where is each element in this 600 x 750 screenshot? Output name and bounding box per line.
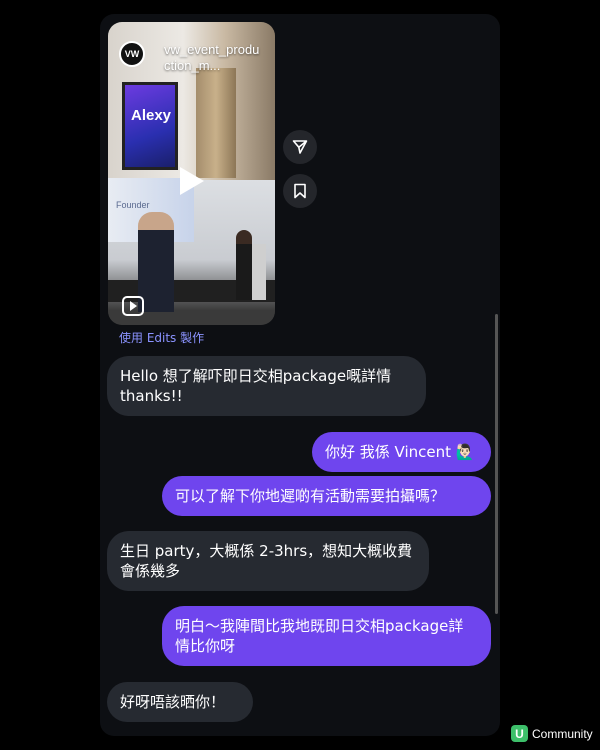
reel-screen: Alexy	[122, 82, 178, 170]
reels-icon	[122, 296, 144, 316]
message-bubble-outgoing[interactable]: 明白～我陣間比我地既即日交相package詳情比你呀	[162, 606, 491, 666]
message-bubble-incoming[interactable]: 生日 party，大概係 2-3hrs，想知大概收費會係幾多	[107, 531, 429, 591]
save-button[interactable]	[283, 174, 317, 208]
message-bubble-outgoing[interactable]: 可以了解下你地遲啲有活動需要拍攝嗎？	[162, 476, 491, 516]
message-bubble-outgoing[interactable]: 你好 我係 Vincent 🙋🏻‍♂️	[312, 432, 491, 472]
community-watermark: U Community	[511, 725, 593, 742]
watermark-text: Community	[532, 726, 593, 741]
reel-account-avatar[interactable]: VW	[119, 41, 145, 67]
reel-door	[196, 68, 236, 178]
scrollbar[interactable]	[495, 314, 498, 614]
made-with-edits-link[interactable]: 使用 Edits 製作	[119, 329, 204, 346]
reel-speaker	[138, 212, 174, 312]
send-icon	[292, 140, 308, 154]
chat-panel: Alexy Founder VW vw_event_production_m..…	[100, 14, 500, 736]
play-icon[interactable]	[180, 167, 204, 195]
reel-screen-title: Alexy	[131, 107, 172, 124]
reel-host	[236, 230, 252, 300]
shared-reel-card[interactable]: Alexy Founder VW vw_event_production_m..…	[108, 22, 275, 325]
u-logo-icon: U	[511, 725, 528, 742]
message-bubble-incoming[interactable]: 好呀唔該晒你！	[107, 682, 253, 722]
reel-banner-text: Founder	[116, 200, 150, 210]
reel-podium	[252, 244, 266, 300]
message-bubble-incoming[interactable]: Hello 想了解吓即日交相package嘅詳情thanks!!	[107, 356, 426, 416]
share-button[interactable]	[283, 130, 317, 164]
bookmark-icon	[294, 183, 306, 199]
reel-username[interactable]: vw_event_production_m...	[164, 42, 264, 74]
